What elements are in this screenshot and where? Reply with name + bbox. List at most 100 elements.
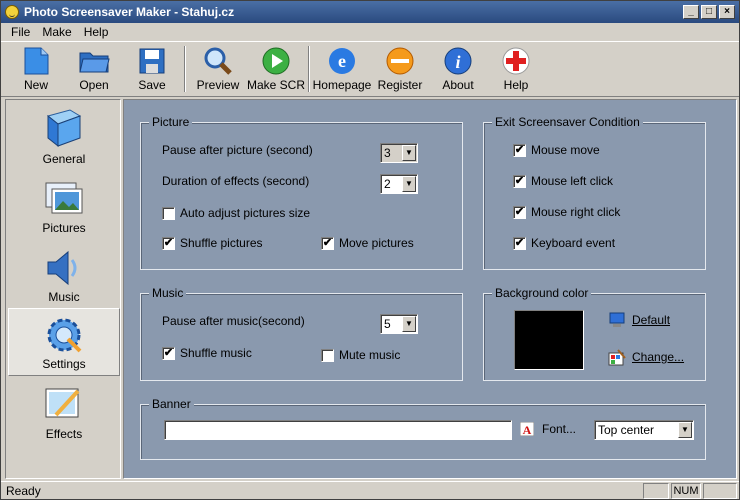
chevron-down-icon: ▼ [402,176,416,192]
mouse-right-click-label: Mouse right click [531,205,621,219]
checkbox-check: ✔ [513,174,526,188]
internet-explorer-icon: e [326,45,358,77]
settings-gear-icon [47,318,82,353]
title-bar: Photo Screensaver Maker - Stahuj.cz _ □ … [1,1,739,23]
mute-music-label: Mute music [339,348,401,362]
mouse-move-checkbox[interactable]: ✔ Mouse move [513,143,600,157]
sidebar-label-settings: Settings [42,357,86,371]
font-button[interactable]: Font... [542,422,576,436]
banner-text-input[interactable] [164,420,512,440]
menu-make[interactable]: Make [36,25,77,39]
exit-condition-legend: Exit Screensaver Condition [492,115,643,129]
keyboard-event-checkbox[interactable]: ✔ Keyboard event [513,236,615,250]
floppy-disk-icon [136,45,168,77]
sidebar-label-pictures: Pictures [42,221,86,235]
menu-file[interactable]: File [5,25,36,39]
checkbox-check: ✔ [321,236,334,250]
auto-adjust-label: Auto adjust pictures size [180,206,311,220]
sidebar-item-general[interactable]: General [8,102,120,170]
toolbar-separator [184,46,186,92]
make-scr-label: Make SCR [247,78,306,92]
auto-adjust-checkbox[interactable]: Auto adjust pictures size [162,206,310,220]
window-title: Photo Screensaver Maker - Stahuj.cz [24,5,235,19]
duration-effects-select[interactable]: 2 ▼ [380,174,418,194]
palette-icon [608,349,626,366]
mouse-right-click-checkbox[interactable]: ✔ Mouse right click [513,205,620,219]
pause-after-picture-select[interactable]: 3 ▼ [380,143,418,163]
status-panel [703,482,737,499]
about-label: About [442,78,474,92]
pause-after-music-select[interactable]: 5 ▼ [380,314,418,334]
pictures-photos-icon [45,182,83,214]
monitor-icon [609,312,625,327]
duration-effects-label: Duration of effects (second) [162,174,310,188]
toolbar: New Open Save Preview Make SCR e Homepag… [1,41,739,97]
make-scr-button[interactable]: Make SCR [247,42,305,96]
background-color-legend: Background color [492,286,592,300]
save-button[interactable]: Save [123,42,181,96]
pause-after-music-value: 5 [384,317,391,331]
default-color-link[interactable]: Default [608,312,670,328]
homepage-label: Homepage [312,78,372,92]
homepage-button[interactable]: e Homepage [313,42,371,96]
duration-effects-value: 2 [384,177,391,191]
general-book-icon [46,109,82,148]
shuffle-music-checkbox[interactable]: ✔ Shuffle music [162,346,252,360]
sidebar-label-music: Music [48,290,80,304]
sidebar-item-effects[interactable]: Effects [8,377,120,445]
checkbox-check: ✔ [513,143,526,157]
register-orange-icon [384,45,416,77]
move-pictures-checkbox[interactable]: ✔ Move pictures [321,236,414,250]
pause-after-music-label: Pause after music(second) [162,314,305,328]
change-color-link[interactable]: Change... [608,348,684,366]
move-pictures-label: Move pictures [339,236,414,250]
open-folder-icon [78,45,110,77]
minimize-button[interactable]: _ [683,5,699,19]
num-lock-indicator: NUM [671,482,701,499]
maximize-button[interactable]: □ [701,5,717,19]
music-speaker-icon [47,250,77,286]
chevron-down-icon: ▼ [402,316,416,332]
mouse-left-click-checkbox[interactable]: ✔ Mouse left click [513,174,613,188]
smiley-app-icon [5,5,19,19]
keyboard-event-label: Keyboard event [531,236,616,250]
preview-button[interactable]: Preview [189,42,247,96]
checkbox-box [321,348,334,362]
help-button[interactable]: Help [487,42,545,96]
register-button[interactable]: Register [371,42,429,96]
sidebar-item-music[interactable]: Music [8,240,120,308]
new-label: New [23,78,48,92]
sidebar-label-general: General [42,152,86,166]
checkbox-box [162,206,175,220]
new-button[interactable]: New [7,42,65,96]
mouse-left-click-label: Mouse left click [531,174,614,188]
play-green-icon [260,45,292,77]
about-button[interactable]: i About [429,42,487,96]
default-color-label: Default [632,313,671,327]
change-color-label: Change... [632,350,685,364]
background-color-swatch [514,310,584,370]
menu-help[interactable]: Help [78,25,115,39]
status-message: Ready [6,483,41,498]
open-button[interactable]: Open [65,42,123,96]
close-button[interactable]: × [719,5,735,19]
preview-label: Preview [196,78,240,92]
sidebar-item-settings[interactable]: Settings [8,308,120,376]
music-group: Music [140,286,463,381]
sidebar-item-pictures[interactable]: Pictures [8,171,120,239]
checkbox-check: ✔ [162,236,175,250]
status-bar: Ready NUM [1,481,739,499]
svg-text:e: e [338,51,346,71]
mute-music-checkbox[interactable]: Mute music [321,348,400,362]
svg-text:A: A [523,423,532,436]
mouse-move-label: Mouse move [531,143,600,157]
checkbox-check: ✔ [513,236,526,250]
checkbox-check: ✔ [513,205,526,219]
banner-position-value: Top center [598,423,655,437]
music-legend: Music [149,286,187,300]
banner-position-select[interactable]: Top center ▼ [594,420,694,440]
shuffle-pictures-checkbox[interactable]: ✔ Shuffle pictures [162,236,263,250]
svg-text:i: i [455,52,460,72]
sidebar: General Pictures Music Settings Effects [5,99,121,479]
help-red-cross-icon [500,45,532,77]
